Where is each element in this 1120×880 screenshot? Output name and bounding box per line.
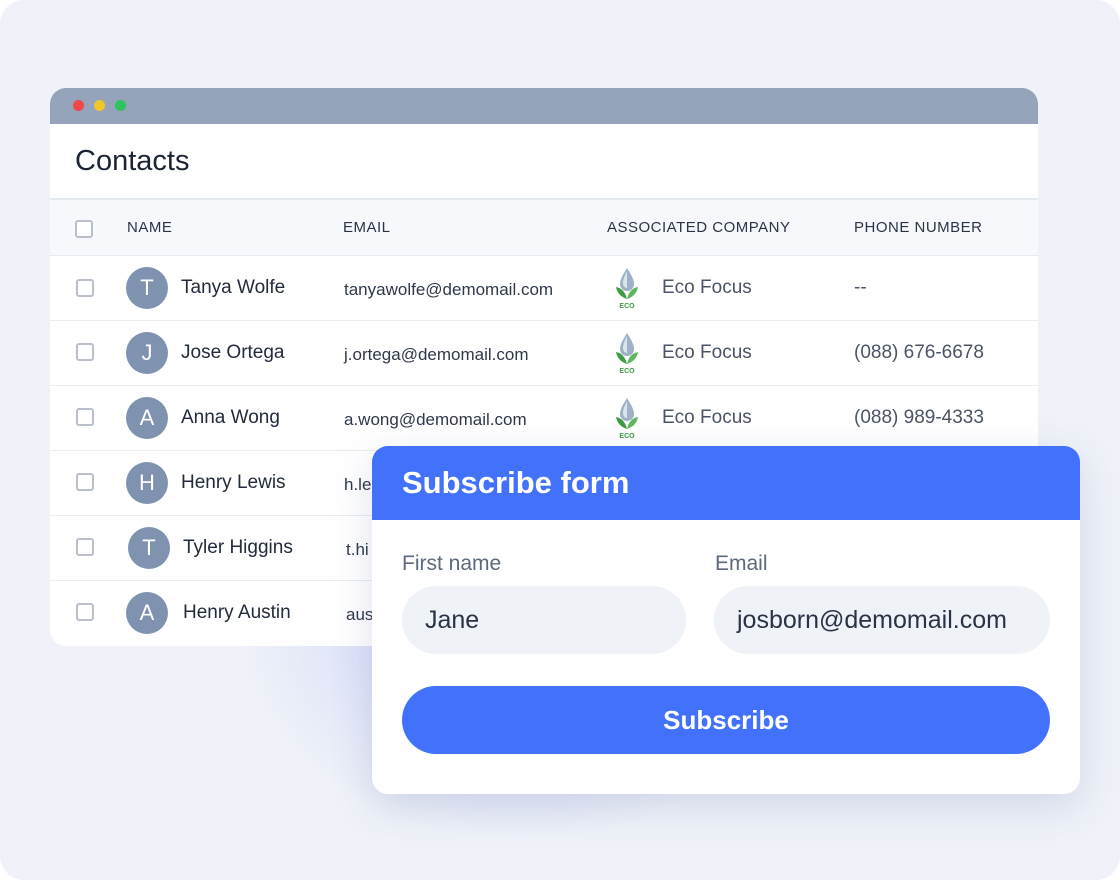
select-all-checkbox[interactable] (75, 220, 93, 238)
contact-name[interactable]: Tyler Higgins (183, 537, 293, 559)
contact-email: tanyawolfe@demomail.com (344, 280, 554, 299)
contact-email: aus (346, 605, 374, 624)
column-header-email[interactable]: EMAIL (343, 219, 391, 236)
table-row[interactable]: T Tanya Wolfe tanyawolfe@demomail.com EC… (50, 256, 1038, 321)
row-checkbox[interactable] (76, 473, 94, 491)
row-checkbox[interactable] (76, 279, 94, 297)
contact-phone: (088) 989-4333 (854, 407, 984, 428)
contact-name[interactable]: Anna Wong (181, 407, 280, 429)
contacts-header: Contacts (50, 124, 1038, 200)
maximize-window-dot[interactable] (115, 100, 126, 111)
email-field[interactable]: josborn@demomail.com (714, 586, 1050, 654)
first-name-label: First name (402, 552, 502, 575)
contact-name[interactable]: Henry Austin (183, 602, 291, 624)
subscribe-form-title: Subscribe form (402, 465, 630, 500)
contact-name[interactable]: Henry Lewis (181, 472, 286, 494)
contact-company[interactable]: Eco Focus (662, 277, 752, 299)
eco-focus-logo-icon: ECO (616, 333, 638, 375)
contact-company[interactable]: Eco Focus (662, 342, 752, 364)
contact-email: j.ortega@demomail.com (344, 345, 529, 364)
column-header-phone[interactable]: PHONE NUMBER (854, 219, 983, 236)
subscribe-button[interactable]: Subscribe (402, 686, 1050, 754)
avatar: T (128, 527, 170, 569)
avatar: A (126, 397, 168, 439)
table-header: NAME EMAIL ASSOCIATED COMPANY PHONE NUMB… (50, 200, 1038, 256)
column-header-company[interactable]: ASSOCIATED COMPANY (607, 219, 790, 236)
row-checkbox[interactable] (76, 343, 94, 361)
avatar: J (126, 332, 168, 374)
subscribe-form: Subscribe form First name Email Jane jos… (372, 446, 1080, 794)
minimize-window-dot[interactable] (94, 100, 105, 111)
eco-focus-logo-icon: ECO (616, 268, 638, 310)
first-name-field[interactable]: Jane (402, 586, 686, 654)
row-checkbox[interactable] (76, 538, 94, 556)
contact-email: h.le (344, 475, 372, 494)
background-canvas: Contacts NAME EMAIL ASSOCIATED COMPANY P… (0, 0, 1120, 880)
contact-company[interactable]: Eco Focus (662, 407, 752, 429)
subscribe-form-header: Subscribe form (372, 446, 1080, 520)
contact-name[interactable]: Jose Ortega (181, 342, 285, 364)
avatar: A (126, 592, 168, 634)
window-titlebar (50, 88, 1038, 124)
email-label: Email (715, 552, 768, 575)
svg-text:ECO: ECO (619, 433, 635, 440)
close-window-dot[interactable] (73, 100, 84, 111)
page-title: Contacts (75, 144, 190, 177)
contact-phone: (088) 676-6678 (854, 342, 984, 363)
svg-text:ECO: ECO (619, 303, 635, 310)
table-row[interactable]: J Jose Ortega j.ortega@demomail.com ECO … (50, 321, 1038, 386)
column-header-name[interactable]: NAME (127, 219, 172, 236)
avatar: T (126, 267, 168, 309)
row-checkbox[interactable] (76, 408, 94, 426)
row-checkbox[interactable] (76, 603, 94, 621)
contact-email: a.wong@demomail.com (344, 410, 527, 429)
avatar: H (126, 462, 168, 504)
contact-email: t.hi (346, 540, 369, 559)
svg-text:ECO: ECO (619, 368, 635, 375)
table-row[interactable]: A Anna Wong a.wong@demomail.com ECO Eco … (50, 386, 1038, 451)
contact-phone: -- (854, 277, 867, 298)
contact-name[interactable]: Tanya Wolfe (181, 277, 285, 299)
eco-focus-logo-icon: ECO (616, 398, 638, 440)
